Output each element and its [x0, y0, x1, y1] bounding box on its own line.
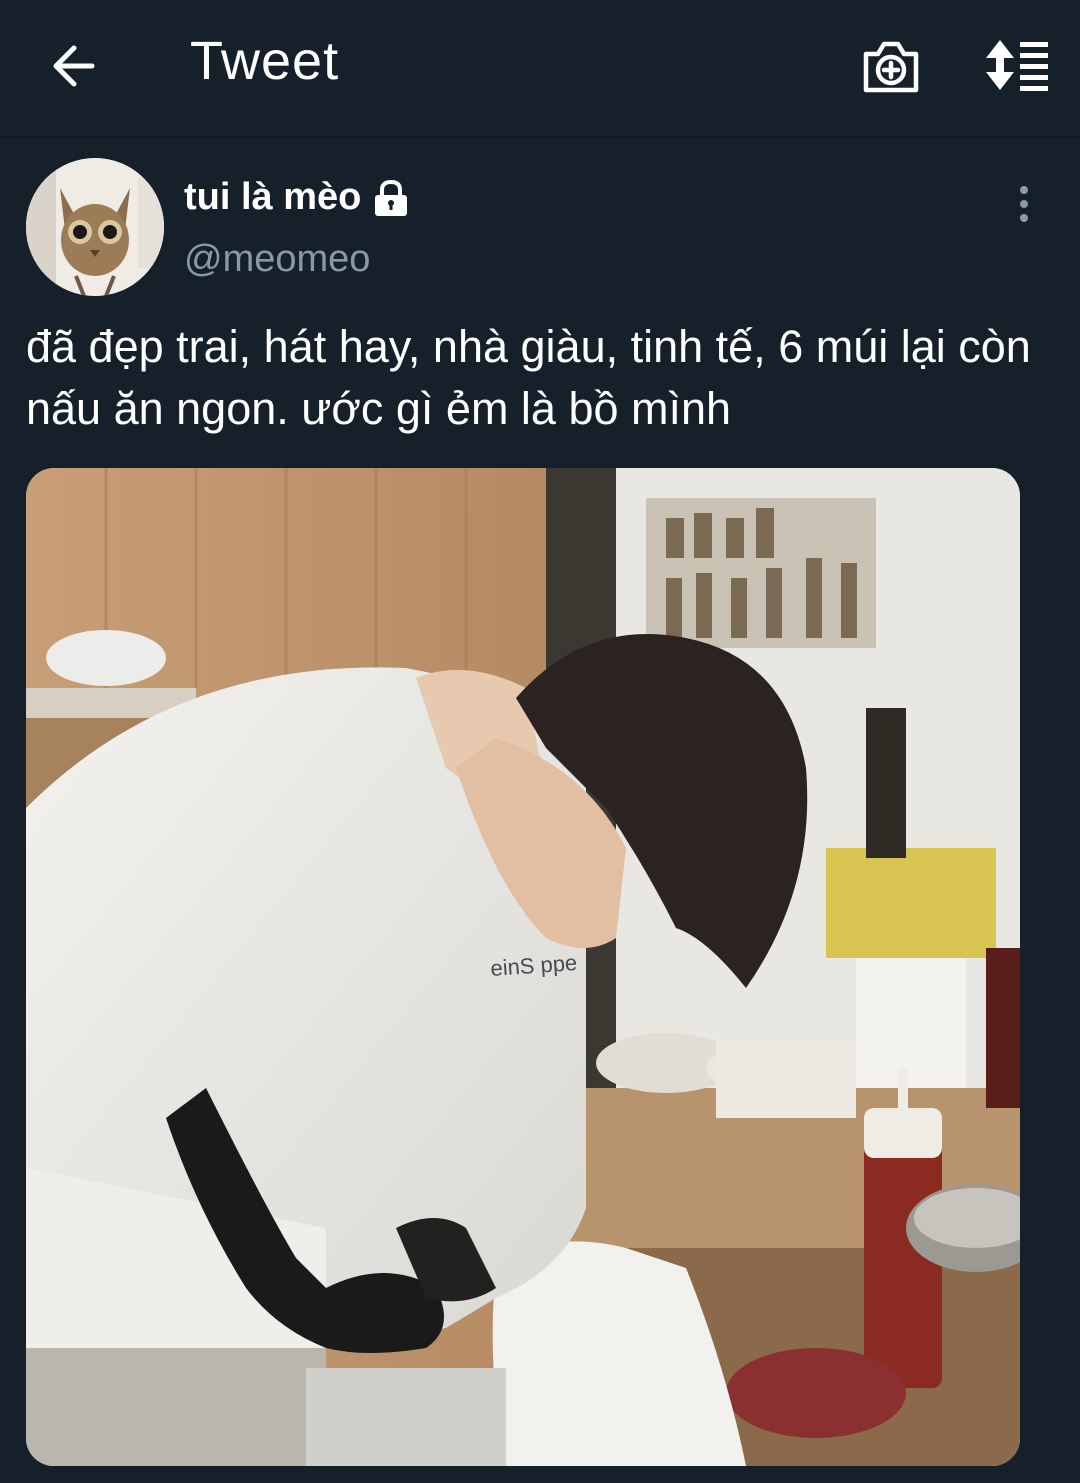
avatar[interactable]: [26, 158, 164, 296]
handle[interactable]: @meomeo: [184, 238, 370, 281]
cat-avatar: [26, 158, 164, 296]
more-button[interactable]: [1004, 180, 1044, 228]
tweet-photo[interactable]: einS ppe: [26, 468, 1020, 1466]
arrow-left-icon: [53, 45, 95, 87]
lock-icon: [375, 179, 408, 216]
display-name[interactable]: tui là mèo: [184, 176, 361, 219]
author-name-row[interactable]: tui là mèo: [184, 176, 411, 219]
sort-button[interactable]: [982, 36, 1052, 94]
top-bar: Tweet: [0, 0, 1080, 138]
tweet-text: đã đẹp trai, hát hay, nhà giàu, tinh tế,…: [26, 321, 1031, 434]
page-title: Tweet: [190, 31, 340, 91]
back-button[interactable]: [44, 36, 104, 96]
camera-add-icon: [863, 41, 919, 93]
more-vertical-icon: [1020, 186, 1028, 222]
photo-image: einS ppe: [26, 468, 1020, 1466]
sort-icon: [986, 40, 1048, 91]
camera-button[interactable]: [858, 36, 924, 96]
